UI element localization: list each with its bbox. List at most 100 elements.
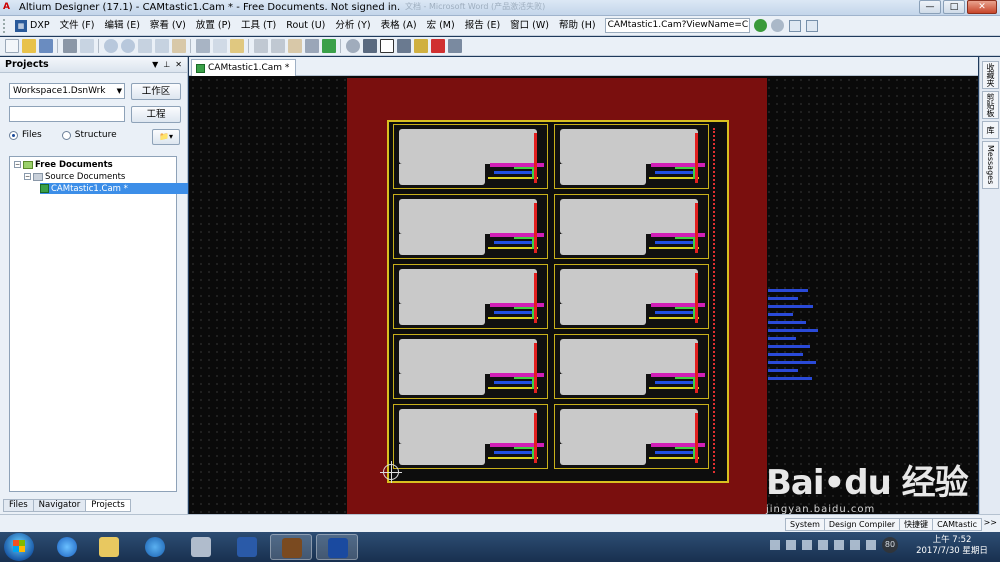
files-radio[interactable]: [9, 130, 18, 140]
paste-icon[interactable]: [229, 39, 244, 53]
redo-icon[interactable]: [270, 39, 285, 53]
drc-icon[interactable]: [430, 39, 445, 53]
calculator-icon: [191, 537, 211, 557]
collapse-icon[interactable]: −: [24, 173, 31, 180]
taskbar-explorer[interactable]: [88, 534, 130, 560]
tab-navigator[interactable]: Navigator: [32, 499, 87, 512]
zoom-area-icon[interactable]: [154, 39, 169, 53]
taskbar-word[interactable]: [316, 534, 358, 560]
zoom-in-icon[interactable]: [103, 39, 118, 53]
wand-icon[interactable]: [413, 39, 428, 53]
menu-tools[interactable]: 工具 (T): [236, 17, 281, 35]
menu-analysis[interactable]: 分析 (Y): [330, 17, 375, 35]
tab-files[interactable]: Files: [3, 499, 34, 512]
bluetooth-icon[interactable]: [866, 540, 876, 550]
cam-canvas[interactable]: [189, 76, 978, 514]
panel-menu-icon[interactable]: ▼: [152, 60, 158, 69]
rotate-icon[interactable]: [345, 39, 360, 53]
structure-radio[interactable]: [61, 130, 71, 140]
tray-badge[interactable]: 80: [882, 537, 898, 553]
menu-file[interactable]: 文件 (F): [55, 17, 100, 35]
navigate-back-icon[interactable]: [770, 19, 784, 32]
favorites-icon[interactable]: [805, 19, 818, 32]
cut-icon[interactable]: [195, 39, 210, 53]
select-hand-icon[interactable]: [287, 39, 302, 53]
network-icon[interactable]: [770, 540, 780, 550]
status-tab-camtastic[interactable]: CAMtastic: [932, 518, 982, 531]
usb-icon[interactable]: [802, 540, 812, 550]
arrow-icon[interactable]: [396, 39, 411, 53]
taskbar-clock[interactable]: 上午 7:52 2017/7/30 星期日: [912, 535, 992, 557]
close-button[interactable]: ✕: [967, 0, 997, 14]
menu-bar: ▦ DXP 文件 (F) 编辑 (E) 察看 (V) 放置 (P) 工具 (T) …: [0, 16, 1000, 36]
battery-icon[interactable]: [818, 540, 828, 550]
minimize-button[interactable]: —: [919, 0, 941, 14]
tab-camtastic-document[interactable]: CAMtastic1.Cam *: [191, 59, 297, 76]
print-preview-icon[interactable]: [79, 39, 94, 53]
maximize-button[interactable]: □: [943, 0, 965, 14]
pin-icon[interactable]: ⊥: [163, 60, 170, 69]
workspace-button[interactable]: 工作区: [131, 83, 181, 100]
tree-item-source-documents[interactable]: − Source Documents: [24, 171, 125, 182]
cross-select-icon[interactable]: [304, 39, 319, 53]
zoom-fit-icon[interactable]: [137, 39, 152, 53]
project-button[interactable]: 工程: [131, 106, 181, 123]
project-options-button[interactable]: 📁▾: [152, 129, 180, 145]
new-file-icon[interactable]: [4, 39, 19, 53]
menu-reports[interactable]: 报告 (E): [460, 17, 505, 35]
tab-projects[interactable]: Projects: [85, 499, 131, 512]
collapse-icon[interactable]: −: [14, 161, 21, 168]
tab-libraries[interactable]: 库: [982, 121, 999, 139]
menu-place[interactable]: 放置 (P): [191, 17, 236, 35]
taskbar-sogou[interactable]: [134, 534, 176, 560]
layer-green-icon[interactable]: [321, 39, 336, 53]
volume-icon[interactable]: [850, 540, 860, 550]
grid-icon[interactable]: [447, 39, 462, 53]
taskbar-ie[interactable]: [46, 534, 88, 560]
menu-help[interactable]: 帮助 (H): [554, 17, 601, 35]
ie-icon: [57, 537, 77, 557]
menu-tables[interactable]: 表格 (A): [376, 17, 422, 35]
pan-hand-icon[interactable]: [171, 39, 186, 53]
print-icon[interactable]: [62, 39, 77, 53]
tab-messages[interactable]: Messages: [982, 141, 999, 189]
zoom-out-icon[interactable]: [120, 39, 135, 53]
menu-edit[interactable]: 编辑 (E): [99, 17, 144, 35]
open-folder-icon[interactable]: [21, 39, 36, 53]
taskbar-calculator[interactable]: [180, 534, 222, 560]
tab-clipboard[interactable]: 剪贴板: [982, 91, 999, 119]
files-radio-label: Files: [22, 130, 42, 140]
pcb-module: [554, 264, 709, 329]
project-field[interactable]: [9, 106, 125, 122]
home-icon[interactable]: [788, 19, 801, 32]
menu-view[interactable]: 察看 (V): [145, 17, 191, 35]
panel-close-icon[interactable]: ✕: [175, 60, 182, 69]
tab-favorites[interactable]: 收藏夹: [982, 61, 999, 89]
tree-item-camtastic-file[interactable]: CAMtastic1.Cam *: [40, 183, 188, 194]
menu-dxp[interactable]: ▦ DXP: [10, 17, 55, 35]
security-shield-icon[interactable]: [786, 540, 796, 550]
taskbar-altium[interactable]: [270, 534, 312, 560]
start-button[interactable]: [4, 533, 34, 561]
status-tab-system[interactable]: System: [785, 518, 825, 531]
more-tabs-button[interactable]: >>: [984, 518, 997, 527]
menu-rout[interactable]: Rout (U): [281, 17, 330, 35]
undo-icon[interactable]: [253, 39, 268, 53]
menu-macro[interactable]: 宏 (M): [422, 17, 460, 35]
document-path-input[interactable]: CAMtastic1.Cam?ViewName=C: [604, 18, 750, 33]
status-tab-shortcuts[interactable]: 快捷键: [899, 518, 934, 531]
copy-icon[interactable]: [212, 39, 227, 53]
background-window-title: 文档 - Microsoft Word (产品激活失败): [405, 2, 546, 11]
workspace-select[interactable]: Workspace1.DsnWrk ▼: [9, 83, 125, 99]
pointer-icon[interactable]: [362, 39, 377, 53]
navigate-forward-icon[interactable]: [753, 19, 767, 32]
status-tab-design-compiler[interactable]: Design Compiler: [823, 518, 901, 531]
dxp-icon: ▦: [15, 19, 27, 32]
ime-icon[interactable]: [834, 540, 844, 550]
rectangle-icon[interactable]: [379, 39, 394, 53]
save-icon[interactable]: [38, 39, 53, 53]
document-tab-label: CAMtastic1.Cam *: [208, 63, 290, 73]
taskbar-visio[interactable]: [226, 534, 268, 560]
menu-window[interactable]: 窗口 (W): [505, 17, 554, 35]
tree-item-free-documents[interactable]: − Free Documents: [14, 159, 113, 170]
